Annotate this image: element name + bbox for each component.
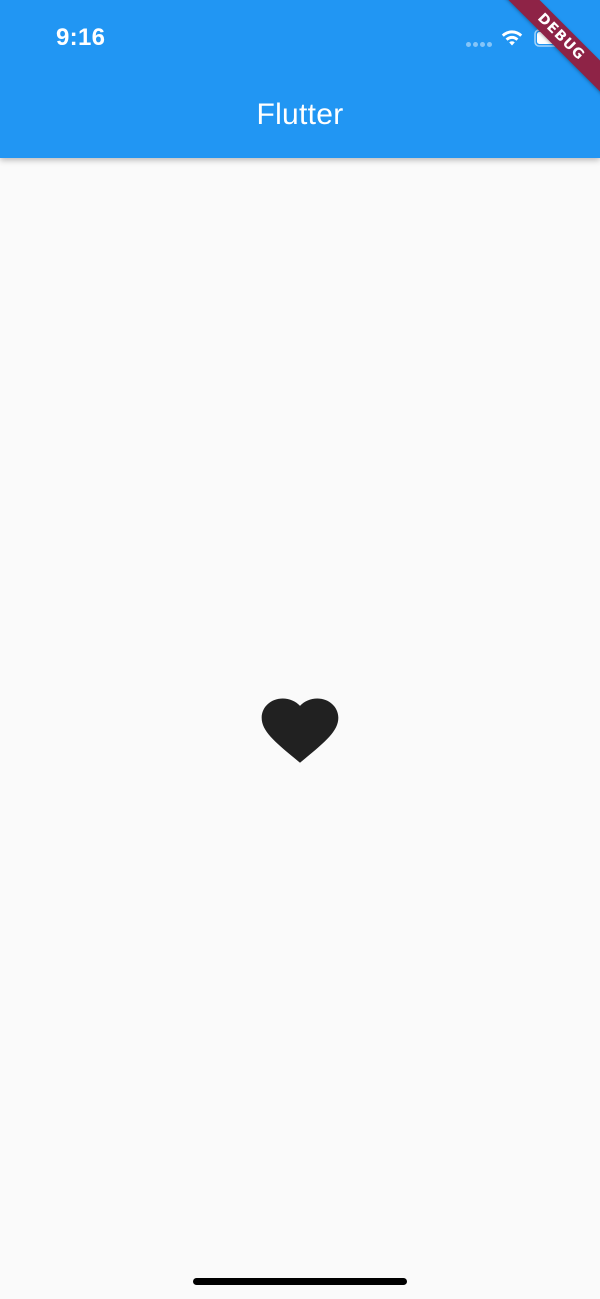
heart-icon [261, 698, 339, 763]
main-content [0, 158, 600, 1299]
home-indicator-bar[interactable] [193, 1278, 407, 1285]
phone-screen: 9:16 Flutter DEBUG [0, 0, 600, 1299]
wifi-icon [501, 30, 523, 46]
signal-dots-icon [466, 42, 492, 47]
battery-icon [534, 29, 572, 47]
app-bar-title: Flutter [256, 98, 344, 131]
app-bar: 9:16 Flutter [0, 0, 600, 158]
status-time: 9:16 [56, 24, 106, 51]
